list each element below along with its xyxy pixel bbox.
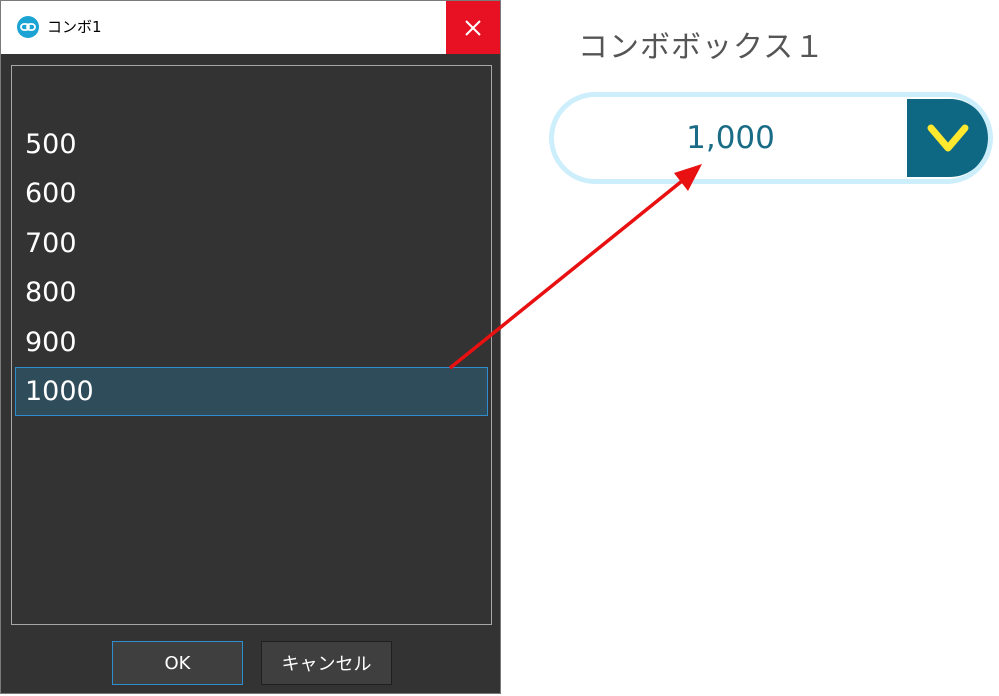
list-item[interactable]: 500 <box>15 120 488 169</box>
list-item[interactable]: 900 <box>15 318 488 367</box>
close-icon <box>465 19 481 36</box>
list-item[interactable]: 600 <box>15 169 488 218</box>
combobox-value: 1,000 <box>686 120 775 156</box>
list-item[interactable]: 800 <box>15 268 488 317</box>
list-item-selected[interactable]: 1000 <box>15 367 488 416</box>
dialog-title: コンボ1 <box>47 18 102 36</box>
dropdown-button[interactable] <box>907 99 988 177</box>
ok-button[interactable]: OK <box>112 641 243 685</box>
combo-dialog: コンボ1 500 600 700 800 900 1000 OK キャンセル <box>0 0 501 694</box>
value-listbox[interactable]: 500 600 700 800 900 1000 <box>11 65 492 625</box>
list-item[interactable]: 700 <box>15 219 488 268</box>
cancel-button[interactable]: キャンセル <box>261 641 392 685</box>
chevron-down-icon <box>927 124 969 152</box>
combobox-label: コンボボックス１ <box>578 30 826 65</box>
close-button[interactable] <box>446 1 500 54</box>
link-icon <box>17 16 39 38</box>
title-bar: コンボ1 <box>1 1 500 54</box>
combobox[interactable]: 1,000 <box>549 92 993 184</box>
